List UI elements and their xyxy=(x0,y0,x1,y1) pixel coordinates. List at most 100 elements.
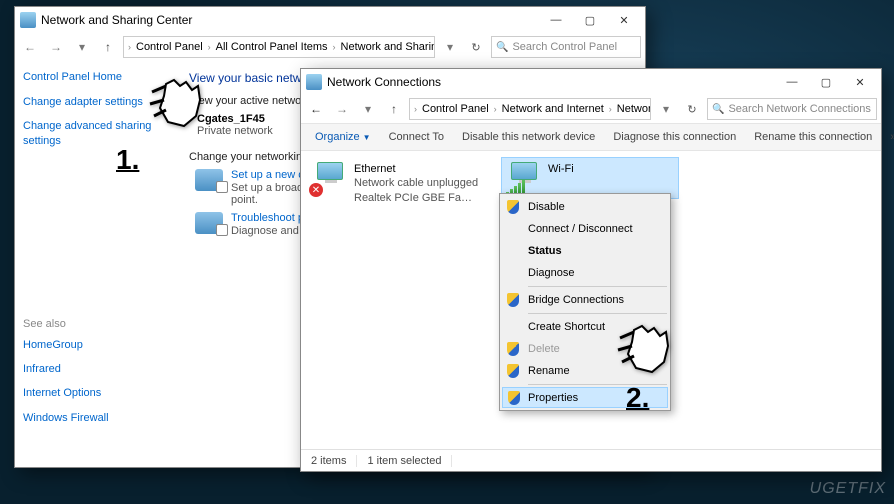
minimize-button[interactable]: — xyxy=(775,69,809,95)
see-also-link[interactable]: HomeGroup xyxy=(23,338,169,352)
titlebar[interactable]: Network and Sharing Center — ▢ ✕ xyxy=(15,7,645,33)
see-also-link[interactable]: Infrared xyxy=(23,362,169,376)
chevron-down-icon: ▼ xyxy=(363,133,371,142)
back-button[interactable]: ← xyxy=(19,36,41,58)
toolbar-overflow[interactable]: » xyxy=(882,131,894,143)
menu-item-label: Properties xyxy=(528,392,578,404)
content-area[interactable]: ✕ Ethernet Network cable unplugged Realt… xyxy=(301,151,881,449)
sidebar-home-link[interactable]: Control Panel Home xyxy=(23,71,169,83)
chevron-right-icon: › xyxy=(607,104,614,114)
titlebar[interactable]: Network Connections — ▢ ✕ xyxy=(301,69,881,95)
menu-item[interactable]: Connect / Disconnect xyxy=(502,218,668,240)
address-row: ← → ▾ ↑ › Control Panel › All Control Pa… xyxy=(15,33,645,61)
search-placeholder: Search Network Connections xyxy=(728,103,870,115)
connection-name: Wi-Fi xyxy=(548,162,574,176)
context-menu: Disable Connect / Disconnect Status Diagnos… xyxy=(499,193,671,411)
connection-item-ethernet[interactable]: ✕ Ethernet Network cable unplugged Realt… xyxy=(307,157,485,210)
menu-item-label: Status xyxy=(528,245,562,257)
close-button[interactable]: ✕ xyxy=(607,7,641,33)
shield-icon xyxy=(507,200,519,214)
connection-name: Ethernet xyxy=(354,162,480,176)
window-title: Network Connections xyxy=(327,75,775,89)
menu-item-label: Connect / Disconnect xyxy=(528,223,633,235)
toolbar: Organize▼ Connect To Disable this networ… xyxy=(301,123,881,151)
breadcrumb[interactable]: Control Panel xyxy=(133,41,206,53)
menu-separator xyxy=(528,286,667,287)
chevron-right-icon: › xyxy=(331,42,338,52)
see-also-link[interactable]: Internet Options xyxy=(23,386,169,400)
address-bar[interactable]: › Control Panel › Network and Internet ›… xyxy=(409,98,651,120)
connection-adapter: Realtek PCIe GBE Family Controller xyxy=(354,191,480,205)
shield-icon xyxy=(507,364,519,378)
chevron-right-icon: › xyxy=(206,42,213,52)
menu-separator xyxy=(528,313,667,314)
addr-dropdown[interactable]: ▾ xyxy=(439,36,461,58)
shield-icon xyxy=(507,342,519,356)
up-button[interactable]: ↑ xyxy=(383,98,405,120)
menu-item-label: Disable xyxy=(528,201,565,213)
forward-button[interactable]: → xyxy=(331,98,353,120)
breadcrumb[interactable]: Network Connections xyxy=(614,103,651,115)
menu-item[interactable]: Rename xyxy=(502,360,668,382)
step-number: 2. xyxy=(626,382,649,414)
refresh-button[interactable]: ↻ xyxy=(465,36,487,58)
status-items: 2 items xyxy=(301,455,357,467)
menu-item-label: Diagnose xyxy=(528,267,574,279)
up-button[interactable]: ↑ xyxy=(97,36,119,58)
watermark: UGETFIX xyxy=(810,480,886,498)
search-input[interactable]: 🔍 Search Network Connections xyxy=(707,98,877,120)
search-input[interactable]: 🔍 Search Control Panel xyxy=(491,36,641,58)
toolbar-button[interactable]: Connect To xyxy=(381,131,452,143)
change-sharing-link[interactable]: Change advanced sharing settings xyxy=(23,119,169,148)
troubleshoot-icon xyxy=(195,212,223,234)
refresh-button[interactable]: ↻ xyxy=(681,98,703,120)
sidebar: Control Panel Home Change adapter settin… xyxy=(15,61,177,467)
connection-status: Network cable unplugged xyxy=(354,176,480,190)
breadcrumb[interactable]: Network and Internet xyxy=(499,103,607,115)
menu-item[interactable]: Status xyxy=(502,240,668,262)
breadcrumb[interactable]: Control Panel xyxy=(419,103,492,115)
forward-button[interactable]: → xyxy=(45,36,67,58)
toolbar-button[interactable]: Disable this network device xyxy=(454,131,603,143)
search-placeholder: Search Control Panel xyxy=(512,41,617,53)
network-connections-window: Network Connections — ▢ ✕ ← → ▾ ↑ › Cont… xyxy=(300,68,882,472)
maximize-button[interactable]: ▢ xyxy=(573,7,607,33)
chevron-right-icon: › xyxy=(492,104,499,114)
menu-item: Delete xyxy=(502,338,668,360)
search-icon: 🔍 xyxy=(712,104,724,115)
address-bar[interactable]: › Control Panel › All Control Panel Item… xyxy=(123,36,435,58)
wifi-icon xyxy=(506,162,542,194)
toolbar-button[interactable]: Diagnose this connection xyxy=(605,131,744,143)
breadcrumb[interactable]: Network and Sharing Center xyxy=(338,41,435,53)
maximize-button[interactable]: ▢ xyxy=(809,69,843,95)
disconnected-icon: ✕ xyxy=(309,183,323,197)
search-icon: 🔍 xyxy=(496,42,508,53)
network-icon xyxy=(305,73,323,91)
menu-item[interactable]: Create Shortcut xyxy=(502,316,668,338)
history-dropdown[interactable]: ▾ xyxy=(357,98,379,120)
menu-item-label: Delete xyxy=(528,343,560,355)
network-icon xyxy=(19,11,37,29)
menu-item[interactable]: Bridge Connections xyxy=(502,289,668,311)
network-type: Private network xyxy=(197,125,273,137)
ethernet-icon: ✕ xyxy=(312,162,348,194)
menu-item[interactable]: Diagnose xyxy=(502,262,668,284)
address-row: ← → ▾ ↑ › Control Panel › Network and In… xyxy=(301,95,881,123)
history-dropdown[interactable]: ▾ xyxy=(71,36,93,58)
menu-item[interactable]: Disable xyxy=(502,196,668,218)
addr-dropdown[interactable]: ▾ xyxy=(655,98,677,120)
chevron-right-icon: › xyxy=(412,104,419,114)
status-selected: 1 item selected xyxy=(357,455,452,467)
close-button[interactable]: ✕ xyxy=(843,69,877,95)
back-button[interactable]: ← xyxy=(305,98,327,120)
organize-button[interactable]: Organize▼ xyxy=(307,131,379,143)
window-title: Network and Sharing Center xyxy=(41,13,539,27)
connection-icon xyxy=(195,169,223,191)
see-also-label: See also xyxy=(23,318,169,330)
see-also-link[interactable]: Windows Firewall xyxy=(23,411,169,425)
minimize-button[interactable]: — xyxy=(539,7,573,33)
toolbar-button[interactable]: Rename this connection xyxy=(746,131,880,143)
menu-item-label: Rename xyxy=(528,365,570,377)
change-adapter-link[interactable]: Change adapter settings xyxy=(23,95,169,109)
breadcrumb[interactable]: All Control Panel Items xyxy=(213,41,331,53)
